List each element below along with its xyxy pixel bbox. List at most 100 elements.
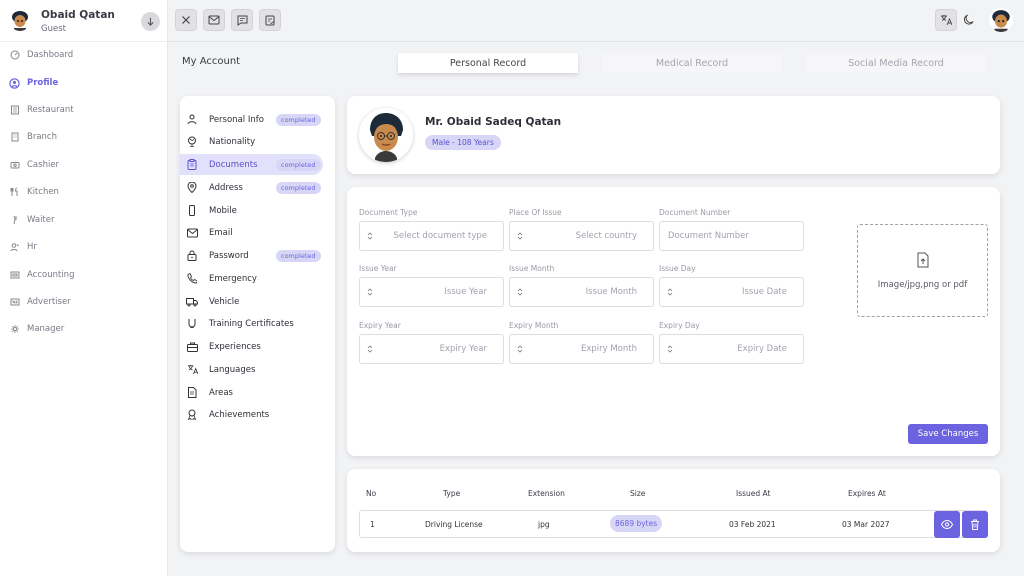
nav-item-branch[interactable]: Branch	[0, 126, 168, 148]
column-header: Expires At	[848, 489, 886, 498]
section-password[interactable]: Password completed	[180, 245, 335, 266]
expiry-year-label: Expiry Year	[359, 321, 401, 330]
nav-item-waiter[interactable]: Waiter	[0, 209, 168, 231]
status-badge: completed	[276, 249, 321, 262]
section-achievements[interactable]: Achievements	[180, 404, 335, 425]
save-changes-button[interactable]: Save Changes	[908, 424, 988, 444]
user-role: Guest	[41, 24, 66, 34]
section-personal-info[interactable]: Personal Info completed	[180, 109, 335, 130]
tab-medical-record[interactable]: Medical Record	[602, 53, 782, 73]
expiry-month-select[interactable]: Expiry Month	[509, 334, 654, 364]
nav-item-cashier[interactable]: Cashier	[0, 154, 168, 176]
upload-hint: Image/jpg,png or pdf	[877, 279, 968, 290]
section-label: Vehicle	[209, 296, 240, 307]
section-nationality[interactable]: Nationality	[180, 131, 335, 152]
truck-icon	[186, 296, 198, 308]
cell-type: Driving License	[425, 520, 483, 529]
lock-icon	[186, 250, 198, 262]
issue-month-select[interactable]: Issue Month	[509, 277, 654, 307]
section-address[interactable]: Address completed	[180, 177, 335, 198]
section-emergency[interactable]: Emergency	[180, 268, 335, 289]
column-header: Issued At	[736, 489, 771, 498]
section-vehicle[interactable]: Vehicle	[180, 291, 335, 312]
nav-item-restaurant[interactable]: Restaurant	[0, 99, 168, 121]
tab-personal-record[interactable]: Personal Record	[398, 53, 578, 73]
profile-avatar	[359, 108, 413, 162]
nav-item-accounting[interactable]: Accounting	[0, 264, 168, 286]
section-areas[interactable]: Areas	[180, 382, 335, 403]
phone-icon	[186, 273, 198, 285]
issue-year-label: Issue Year	[359, 264, 397, 273]
mail-button[interactable]	[203, 9, 225, 31]
issue-day-select[interactable]: Issue Date	[659, 277, 804, 307]
nav-label: Branch	[27, 132, 57, 142]
nav-label: Restaurant	[27, 105, 74, 115]
section-label: Emergency	[209, 273, 257, 284]
place-of-issue-label: Place Of Issue	[509, 208, 562, 217]
expiry-day-select[interactable]: Expiry Date	[659, 334, 804, 364]
profile-full-name: Mr. Obaid Sadeq Qatan	[425, 116, 562, 128]
cell-issued-at: 03 Feb 2021	[729, 520, 776, 529]
sort-arrows-icon	[363, 288, 377, 296]
clipboard-check-icon	[265, 15, 275, 25]
section-email[interactable]: Email	[180, 222, 335, 243]
field-placeholder: Document Number	[668, 231, 749, 241]
view-button[interactable]	[934, 511, 960, 538]
nav-item-dashboard[interactable]: Dashboard	[0, 44, 168, 66]
cell-size-badge: 8689 bytes	[610, 515, 663, 532]
field-placeholder: Issue Month	[585, 287, 637, 297]
nav-item-manager[interactable]: Manager	[0, 318, 168, 340]
gender-age-badge: Male - 108 Years	[425, 135, 501, 150]
chat-button[interactable]	[231, 9, 253, 31]
tasks-button[interactable]	[259, 9, 281, 31]
column-header: Type	[443, 489, 461, 498]
advertiser-icon	[9, 297, 20, 308]
section-label: Documents	[209, 159, 258, 170]
field-placeholder: Issue Year	[444, 287, 487, 297]
section-languages[interactable]: Languages	[180, 359, 335, 380]
nav-label: Dashboard	[27, 50, 74, 60]
section-label: Mobile	[209, 205, 237, 216]
section-label: Email	[209, 227, 233, 238]
file-upload-dropzone[interactable]: Image/jpg,png or pdf	[857, 224, 988, 317]
clipboard-icon	[186, 159, 198, 171]
globe-icon	[186, 136, 198, 148]
nav-item-profile[interactable]: Profile	[0, 72, 168, 94]
tab-social-media-record[interactable]: Social Media Record	[806, 53, 986, 73]
sections-card: Personal Info completed Nationality Docu…	[180, 96, 335, 552]
document-type-select[interactable]: Select document type	[359, 221, 504, 251]
nav-item-kitchen[interactable]: Kitchen	[0, 181, 168, 203]
documents-table-card: No Type Extension Size Issued At Expires…	[347, 469, 1000, 552]
section-experiences[interactable]: Experiences	[180, 336, 335, 357]
nav-item-hr[interactable]: Hr	[0, 236, 168, 258]
section-training-certificates[interactable]: Training Certificates	[180, 313, 335, 334]
profile-icon	[9, 77, 20, 89]
close-button[interactable]	[175, 9, 197, 31]
place-of-issue-select[interactable]: Select country	[509, 221, 654, 251]
column-header: No	[366, 489, 377, 498]
envelope-icon	[186, 227, 198, 239]
avatar[interactable]	[9, 9, 31, 31]
file-upload-icon	[917, 252, 928, 267]
expiry-year-select[interactable]: Expiry Year	[359, 334, 504, 364]
header-avatar[interactable]	[989, 8, 1013, 32]
document-number-input[interactable]: Document Number	[659, 221, 804, 251]
cell-extension: jpg	[538, 520, 550, 529]
theme-toggle[interactable]	[958, 9, 980, 31]
issue-year-select[interactable]: Issue Year	[359, 277, 504, 307]
nav-label: Cashier	[27, 160, 60, 170]
section-label: Password	[209, 250, 249, 261]
section-label: Training Certificates	[209, 318, 294, 329]
nav-item-advertiser[interactable]: Advertiser	[0, 291, 168, 313]
section-mobile[interactable]: Mobile	[180, 200, 335, 221]
chat-icon	[237, 15, 247, 26]
section-label: Address	[209, 182, 243, 193]
nav-label: Manager	[27, 324, 65, 334]
delete-button[interactable]	[962, 511, 988, 538]
section-documents[interactable]: Documents completed	[180, 154, 323, 175]
document-form-card: Document Type Select document type Place…	[347, 187, 1000, 456]
section-label: Languages	[209, 364, 256, 375]
translate-button[interactable]	[935, 9, 957, 31]
collapse-button[interactable]	[141, 12, 160, 31]
sort-arrows-icon	[513, 345, 527, 353]
